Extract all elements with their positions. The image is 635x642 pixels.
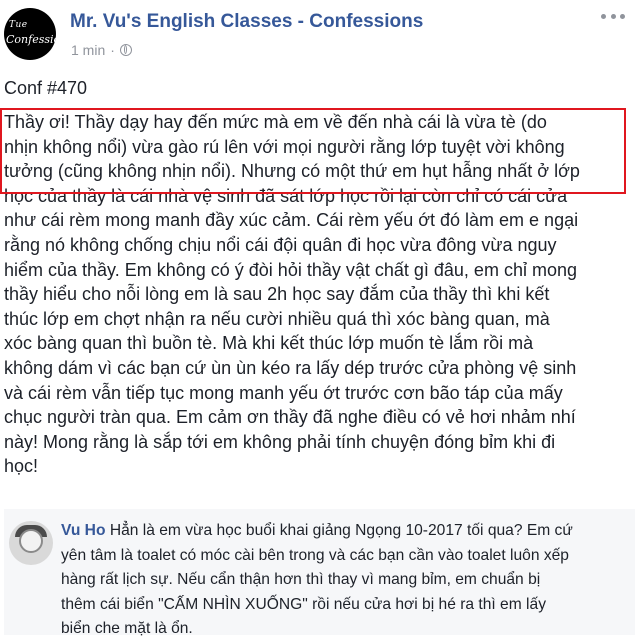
post-meta: 1 min ·	[71, 42, 132, 58]
avatar-text-line2: Confession	[6, 33, 56, 46]
commenter-avatar[interactable]	[9, 521, 53, 565]
more-dot	[620, 13, 625, 19]
page-avatar[interactable]: Tue Confession	[4, 8, 56, 60]
comment-text-block: Vu Ho Hẳn là em vừa học buổi khai giảng …	[61, 519, 633, 642]
avatar-face	[19, 529, 43, 553]
post-body: Thầy ơi! Thầy dạy hay đến mức mà em về đ…	[4, 112, 580, 477]
comment-body: Hẳn là em vừa học buổi khai giảng Ngọng …	[61, 522, 573, 638]
comment: Vu Ho Hẳn là em vừa học buổi khai giảng …	[4, 509, 635, 637]
more-options-icon[interactable]	[601, 8, 625, 24]
more-dot	[601, 13, 606, 19]
confession-number: Conf #470	[4, 78, 88, 98]
commenter-name[interactable]: Vu Ho	[61, 522, 105, 539]
meta-separator: ·	[110, 42, 115, 58]
page-name-link[interactable]: Mr. Vu's English Classes - Confessions	[70, 11, 423, 33]
more-dot	[610, 13, 616, 19]
post-timestamp[interactable]: 1 min	[71, 42, 105, 58]
globe-icon[interactable]	[119, 44, 132, 56]
post-header: Tue Confession Mr. Vu's English Classes …	[0, 0, 635, 70]
avatar-text-line1: Tue	[9, 20, 28, 30]
